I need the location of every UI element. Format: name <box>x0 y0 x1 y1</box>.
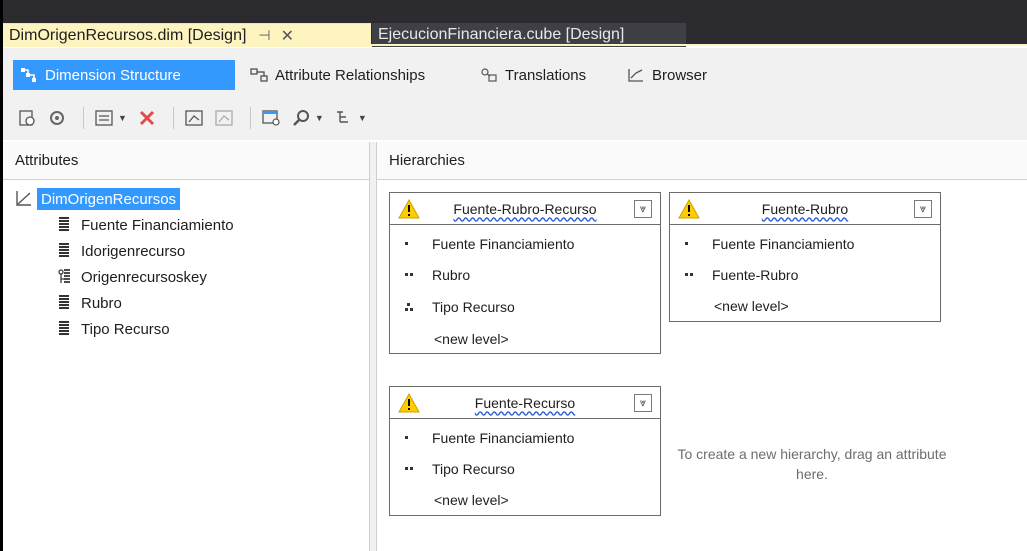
collapse-icon[interactable]: ⩔ <box>914 200 932 218</box>
level-2-icon <box>404 466 422 472</box>
hierarchy-level[interactable]: Fuente-Rubro <box>684 264 798 286</box>
collapse-icon[interactable]: ⩔ <box>634 200 652 218</box>
hierarchy-level[interactable]: Fuente Financiamiento <box>404 233 574 255</box>
attribute-item[interactable]: Tipo Recurso <box>57 318 170 340</box>
tab-underline <box>3 44 1027 46</box>
attribute-icon <box>57 242 71 260</box>
hierarchy-card[interactable]: Fuente-Rubro-Recurso ⩔ Fuente Financiami… <box>389 192 661 354</box>
hierarchy-header: Fuente-Recurso ⩔ <box>390 387 660 419</box>
hierarchy-title[interactable]: Fuente-Rubro-Recurso <box>390 201 660 217</box>
reconnect-icon[interactable] <box>45 106 69 130</box>
attribute-label: Fuente Financiamiento <box>81 216 234 234</box>
tab-label: Translations <box>505 66 587 84</box>
hierarchy-level[interactable]: Tipo Recurso <box>404 296 515 318</box>
attribute-relationships-icon <box>249 66 269 84</box>
browser-icon <box>626 66 646 84</box>
level-1-icon <box>404 435 422 441</box>
key-attribute-icon <box>57 268 71 286</box>
tab-label: DimOrigenRecursos.dim [Design] <box>9 26 247 44</box>
show-grid-icon[interactable] <box>182 106 206 130</box>
attribute-label: Rubro <box>81 294 122 312</box>
tab-label: EjecucionFinanciera.cube [Design] <box>378 26 625 43</box>
level-2-icon <box>684 272 702 278</box>
tab-translations[interactable]: Translations <box>473 60 592 90</box>
tab-label: Browser <box>652 66 708 84</box>
hierarchy-title[interactable]: Fuente-Rubro <box>670 201 940 217</box>
toolbar-separator <box>172 107 174 129</box>
hierarchies-header: Hierarchies <box>377 142 1027 180</box>
chevron-down-icon[interactable]: ▼ <box>358 113 367 123</box>
level-label: Fuente Financiamiento <box>712 236 855 252</box>
toolbar-separator <box>83 107 84 129</box>
designer-tabs: Dimension Structure Attribute Relationsh… <box>3 48 1027 96</box>
attribute-item[interactable]: Idorigenrecurso <box>57 240 185 262</box>
attribute-icon <box>57 216 71 234</box>
show-diagram-icon[interactable] <box>212 106 236 130</box>
level-label: Fuente Financiamiento <box>432 236 575 252</box>
tab-browser[interactable]: Browser <box>620 60 713 90</box>
hierarchy-header: Fuente-Rubro-Recurso ⩔ <box>390 193 660 225</box>
level-label: Fuente Financiamiento <box>432 430 575 446</box>
tab-label: Dimension Structure <box>45 66 181 84</box>
level-label: Tipo Recurso <box>432 461 515 477</box>
attribute-label: Origenrecursoskey <box>81 268 207 286</box>
hierarchy-card[interactable]: Fuente-Recurso ⩔ Fuente Financiamiento T… <box>389 386 661 516</box>
collapse-icon[interactable]: ⩔ <box>634 394 652 412</box>
attribute-icon <box>57 320 71 338</box>
new-level-placeholder[interactable]: <new level> <box>434 331 509 347</box>
hierarchy-header: Fuente-Rubro ⩔ <box>670 193 940 225</box>
new-level-placeholder[interactable]: <new level> <box>434 492 509 508</box>
drop-hint: To create a new hierarchy, drag an attri… <box>677 446 947 482</box>
toolbar-separator <box>249 107 251 129</box>
level-label: Fuente-Rubro <box>712 267 799 283</box>
level-label: Rubro <box>432 267 471 283</box>
designer-window: DimOrigenRecursos.dim [Design] ⊣ ✕ Ejecu… <box>3 0 1027 551</box>
new-level-placeholder[interactable]: <new level> <box>714 298 789 314</box>
designer-toolbar: ▼ ▼ ▼ <box>3 96 1027 140</box>
document-tab-strip: DimOrigenRecursos.dim [Design] ⊣ ✕ Ejecu… <box>3 0 1027 47</box>
tab-attribute-relationships[interactable]: Attribute Relationships <box>243 60 431 90</box>
attribute-item[interactable]: Origenrecursoskey <box>57 266 207 288</box>
dimension-structure-icon <box>19 66 39 84</box>
level-3-icon <box>404 302 422 312</box>
level-2-icon <box>404 272 422 278</box>
level-1-icon <box>684 241 702 247</box>
attribute-label: Tipo Recurso <box>81 320 170 338</box>
tree-root[interactable]: DimOrigenRecursos <box>15 188 181 210</box>
hierarchy-level[interactable]: Fuente Financiamiento <box>404 427 574 449</box>
attribute-label: Idorigenrecurso <box>81 242 186 260</box>
view-list-icon[interactable] <box>92 106 116 130</box>
attribute-item[interactable]: Rubro <box>57 292 122 314</box>
show-table-icon[interactable] <box>259 106 283 130</box>
hierarchy-title[interactable]: Fuente-Recurso <box>390 395 660 411</box>
dimension-icon <box>15 189 33 210</box>
close-icon[interactable]: ✕ <box>281 26 294 46</box>
process-icon[interactable] <box>15 106 39 130</box>
zoom-icon[interactable] <box>289 106 313 130</box>
chevron-down-icon[interactable]: ▼ <box>315 113 324 123</box>
attributes-tree: DimOrigenRecursos Fuente Financiamiento … <box>3 180 369 338</box>
attributes-pane: Attributes DimOrigenRecursos Fuente Fina… <box>3 142 370 551</box>
hierarchy-level[interactable]: Rubro <box>404 264 470 286</box>
tab-dimension-structure[interactable]: Dimension Structure <box>13 60 235 90</box>
level-label: Tipo Recurso <box>432 299 515 315</box>
chevron-down-icon[interactable]: ▼ <box>118 113 127 123</box>
attribute-icon <box>57 294 71 312</box>
dimension-root-label: DimOrigenRecursos <box>37 188 181 210</box>
layout-icon[interactable] <box>332 106 356 130</box>
pin-icon[interactable]: ⊣ <box>258 27 270 44</box>
delete-icon[interactable] <box>135 106 159 130</box>
level-1-icon <box>404 241 422 247</box>
hierarchy-level[interactable]: Tipo Recurso <box>404 458 515 480</box>
hierarchy-card[interactable]: Fuente-Rubro ⩔ Fuente Financiamiento Fue… <box>669 192 941 322</box>
attributes-header: Attributes <box>3 142 369 180</box>
tab-label: Attribute Relationships <box>275 66 426 84</box>
hierarchy-level[interactable]: Fuente Financiamiento <box>684 233 854 255</box>
translations-icon <box>479 66 499 84</box>
attribute-item[interactable]: Fuente Financiamiento <box>57 214 234 236</box>
